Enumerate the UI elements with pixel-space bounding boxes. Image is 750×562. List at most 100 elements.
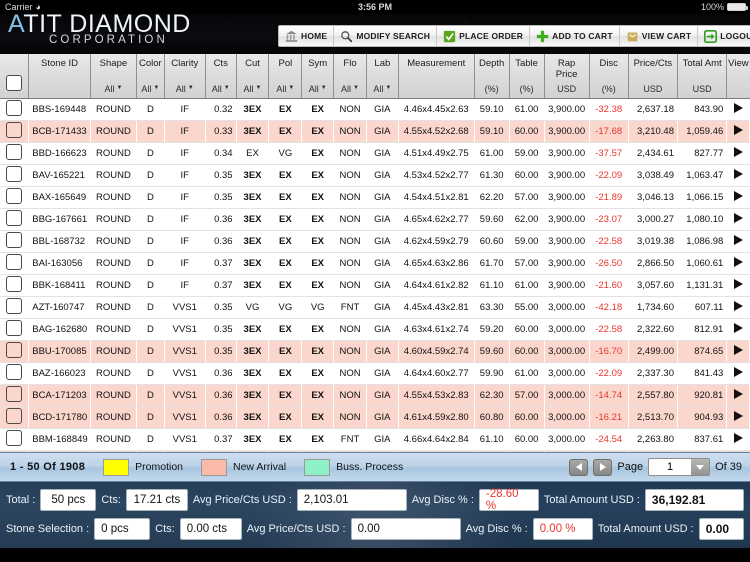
row-checkbox[interactable] [6, 408, 22, 424]
row-select-cell[interactable] [0, 208, 29, 230]
row-select-cell[interactable] [0, 362, 29, 384]
modify-search-button[interactable]: MODIFY SEARCH [334, 26, 437, 46]
col-color[interactable]: ColorAll▼ [137, 54, 165, 98]
row-checkbox[interactable] [6, 254, 22, 270]
view-stone-button[interactable] [734, 345, 743, 355]
col-pol[interactable]: PolAll▼ [269, 54, 302, 98]
cell-view[interactable] [727, 296, 750, 318]
logout-button[interactable]: LOGOUT [698, 26, 750, 46]
page-number-input[interactable] [649, 459, 691, 475]
row-checkbox[interactable] [6, 364, 22, 380]
view-stone-button[interactable] [734, 169, 743, 179]
col-clarity-filter[interactable]: All▼ [176, 84, 194, 94]
cell-view[interactable] [727, 428, 750, 450]
page-dropdown-button[interactable] [691, 459, 709, 475]
add-to-cart-button[interactable]: ADD TO CART [530, 26, 620, 46]
view-stone-button[interactable] [734, 235, 743, 245]
home-button[interactable]: HOME [279, 26, 334, 46]
row-select-cell[interactable] [0, 340, 29, 362]
cell-view[interactable] [727, 340, 750, 362]
col-lab[interactable]: LabAll▼ [366, 54, 398, 98]
row-select-cell[interactable] [0, 296, 29, 318]
table-row[interactable]: BBD-166623ROUNDDIF0.34EXVGEXNONGIA4.51x4… [0, 142, 750, 164]
table-row[interactable]: BAG-162680ROUNDDVVS10.353EXEXEXNONGIA4.6… [0, 318, 750, 340]
col-pol-filter[interactable]: All▼ [276, 84, 294, 94]
table-row[interactable]: BBM-168849ROUNDDVVS10.373EXEXEXFNTGIA4.6… [0, 428, 750, 450]
col-sym-filter[interactable]: All▼ [309, 84, 327, 94]
row-select-cell[interactable] [0, 384, 29, 406]
cell-view[interactable] [727, 186, 750, 208]
cell-view[interactable] [727, 384, 750, 406]
view-stone-button[interactable] [734, 103, 743, 113]
row-checkbox[interactable] [6, 100, 22, 116]
view-stone-button[interactable] [734, 301, 743, 311]
table-row[interactable]: BAX-165649ROUNDDIF0.353EXEXEXNONGIA4.54x… [0, 186, 750, 208]
col-clarity[interactable]: ClarityAll▼ [164, 54, 205, 98]
view-stone-button[interactable] [734, 147, 743, 157]
row-checkbox[interactable] [6, 122, 22, 138]
cell-view[interactable] [727, 164, 750, 186]
view-stone-button[interactable] [734, 411, 743, 421]
row-checkbox[interactable] [6, 342, 22, 358]
view-stone-button[interactable] [734, 213, 743, 223]
col-disc[interactable]: Disc(%) [589, 54, 628, 98]
prev-page-button[interactable] [569, 459, 588, 476]
row-checkbox[interactable] [6, 298, 22, 314]
row-select-cell[interactable] [0, 164, 29, 186]
table-row[interactable]: BAV-165221ROUNDDIF0.353EXEXEXNONGIA4.53x… [0, 164, 750, 186]
row-checkbox[interactable] [6, 276, 22, 292]
row-checkbox[interactable] [6, 430, 22, 446]
row-select-cell[interactable] [0, 230, 29, 252]
row-checkbox[interactable] [6, 144, 22, 160]
select-all-header[interactable] [0, 54, 29, 98]
col-flo-filter[interactable]: All▼ [341, 84, 359, 94]
view-stone-button[interactable] [734, 257, 743, 267]
table-row[interactable]: BCA-171203ROUNDDVVS10.363EXEXEXNONGIA4.5… [0, 384, 750, 406]
row-select-cell[interactable] [0, 186, 29, 208]
row-select-cell[interactable] [0, 252, 29, 274]
page-select[interactable] [648, 458, 710, 476]
col-cts[interactable]: CtsAll▼ [205, 54, 236, 98]
row-checkbox[interactable] [6, 166, 22, 182]
row-checkbox[interactable] [6, 210, 22, 226]
cell-view[interactable] [727, 208, 750, 230]
col-depth[interactable]: Depth(%) [474, 54, 509, 98]
row-checkbox[interactable] [6, 386, 22, 402]
col-color-filter[interactable]: All▼ [141, 84, 159, 94]
view-stone-button[interactable] [734, 367, 743, 377]
view-stone-button[interactable] [734, 279, 743, 289]
table-row[interactable]: BBG-167661ROUNDDIF0.363EXEXEXNONGIA4.65x… [0, 208, 750, 230]
col-total-amt[interactable]: Total AmtUSD [677, 54, 726, 98]
cell-view[interactable] [727, 252, 750, 274]
table-row[interactable]: BAZ-166023ROUNDDVVS10.363EXEXEXNONGIA4.6… [0, 362, 750, 384]
row-select-cell[interactable] [0, 274, 29, 296]
next-page-button[interactable] [593, 459, 612, 476]
row-checkbox[interactable] [6, 188, 22, 204]
row-select-cell[interactable] [0, 318, 29, 340]
view-stone-button[interactable] [734, 191, 743, 201]
row-select-cell[interactable] [0, 98, 29, 120]
col-flo[interactable]: FloAll▼ [334, 54, 367, 98]
row-select-cell[interactable] [0, 406, 29, 428]
view-stone-button[interactable] [734, 433, 743, 443]
col-lab-filter[interactable]: All▼ [373, 84, 391, 94]
table-row[interactable]: BBS-169448ROUNDDIF0.323EXEXEXNONGIA4.46x… [0, 98, 750, 120]
col-table[interactable]: Table(%) [509, 54, 544, 98]
table-row[interactable]: BAI-163056ROUNDDIF0.373EXEXEXNONGIA4.65x… [0, 252, 750, 274]
row-checkbox[interactable] [6, 320, 22, 336]
table-row[interactable]: AZT-160747ROUNDDVVS10.35VGVGVGFNTGIA4.45… [0, 296, 750, 318]
col-price-cts[interactable]: Price/CtsUSD [628, 54, 677, 98]
table-row[interactable]: BBL-168732ROUNDDIF0.363EXEXEXNONGIA4.62x… [0, 230, 750, 252]
cell-view[interactable] [727, 120, 750, 142]
view-stone-button[interactable] [734, 125, 743, 135]
place-order-button[interactable]: PLACE ORDER [437, 26, 530, 46]
cell-view[interactable] [727, 362, 750, 384]
col-cut[interactable]: CutAll▼ [236, 54, 269, 98]
col-shape[interactable]: ShapeAll▼ [90, 54, 136, 98]
col-stone-id[interactable]: Stone ID [29, 54, 91, 98]
cell-view[interactable] [727, 98, 750, 120]
col-cut-filter[interactable]: All▼ [244, 84, 262, 94]
cell-view[interactable] [727, 318, 750, 340]
col-shape-filter[interactable]: All▼ [104, 84, 122, 94]
cell-view[interactable] [727, 142, 750, 164]
